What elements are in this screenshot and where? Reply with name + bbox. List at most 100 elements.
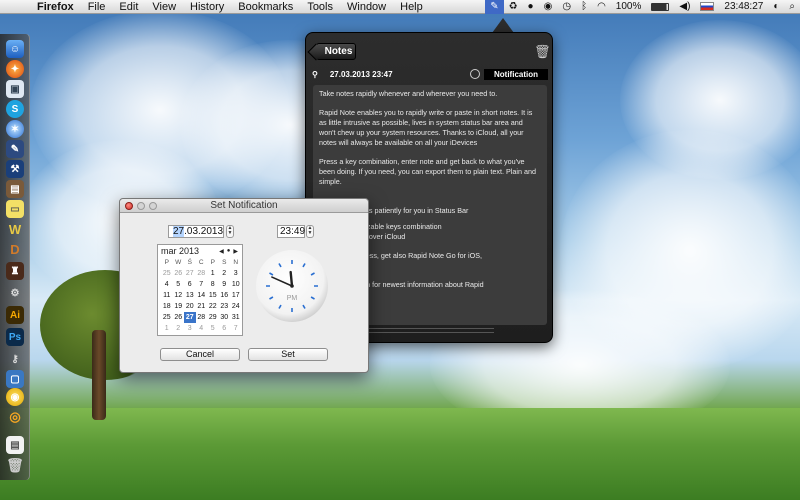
blender-icon[interactable]: ◎ xyxy=(6,408,24,426)
calendar-day[interactable]: 1 xyxy=(207,268,219,279)
clock-minute-hand[interactable] xyxy=(271,276,293,287)
dialog-titlebar[interactable]: Set Notification xyxy=(120,199,368,213)
adium-icon[interactable]: ◉ xyxy=(6,388,24,406)
volume-icon[interactable]: ◀) xyxy=(674,0,695,14)
calendar-day[interactable]: 19 xyxy=(173,301,185,312)
calendar-day[interactable]: 3 xyxy=(230,268,242,279)
spotlight-icon[interactable]: ⌕ xyxy=(784,0,800,14)
date-input[interactable]: 27.03.2013 xyxy=(168,225,224,238)
trash-icon[interactable]: 🗑 xyxy=(6,456,24,474)
calendar-day[interactable]: 22 xyxy=(207,301,219,312)
calendar-day[interactable]: 13 xyxy=(184,290,196,301)
steam-icon[interactable]: ⚙ xyxy=(6,284,24,302)
calendar-day[interactable]: 31 xyxy=(230,312,242,323)
calendar-day[interactable]: 21 xyxy=(196,301,208,312)
stickies-icon[interactable]: ▭ xyxy=(6,200,24,218)
calendar-day[interactable]: 5 xyxy=(173,279,185,290)
calendar-day[interactable]: 2 xyxy=(173,323,185,334)
calendar-day[interactable]: 18 xyxy=(161,301,173,312)
calendar-day[interactable]: 5 xyxy=(207,323,219,334)
calendar-day[interactable]: 16 xyxy=(219,290,231,301)
menu-edit[interactable]: Edit xyxy=(112,1,145,13)
calendar-day[interactable]: 6 xyxy=(219,323,231,334)
time-stepper[interactable]: ▲ ▼ xyxy=(306,225,314,238)
calendar-day[interactable]: 6 xyxy=(184,279,196,290)
sync-status-icon[interactable]: ♻ xyxy=(504,0,523,14)
calendar-day[interactable]: 15 xyxy=(207,290,219,301)
calendar-day[interactable]: 11 xyxy=(161,290,173,301)
tool-icon[interactable]: ⚷ xyxy=(6,350,24,368)
xcode-icon[interactable]: ⚒ xyxy=(6,160,24,178)
menu-bookmarks[interactable]: Bookmarks xyxy=(231,1,300,13)
safari-icon[interactable]: ✶ xyxy=(6,120,24,138)
notification-button[interactable]: Notification xyxy=(484,68,548,80)
calendar-day[interactable]: 27 xyxy=(184,312,196,323)
menu-window[interactable]: Window xyxy=(340,1,393,13)
resize-grip[interactable] xyxy=(366,328,494,333)
calendar-day[interactable]: 4 xyxy=(196,323,208,334)
calendar-day[interactable]: 26 xyxy=(173,312,185,323)
menu-help[interactable]: Help xyxy=(393,1,430,13)
notes-back-button[interactable]: Notes xyxy=(316,43,356,60)
menu-file[interactable]: File xyxy=(81,1,113,13)
calendar-day[interactable]: 20 xyxy=(184,301,196,312)
calendar-day[interactable]: 7 xyxy=(230,323,242,334)
battery-percent[interactable]: 100% xyxy=(611,0,647,14)
set-button[interactable]: Set xyxy=(248,348,328,361)
menu-view[interactable]: View xyxy=(145,1,183,13)
calendar-day[interactable]: 28 xyxy=(196,312,208,323)
date-rest-segment[interactable]: .03.2013 xyxy=(184,226,223,237)
analog-clock[interactable]: PM xyxy=(256,250,328,322)
calendar-day[interactable]: 28 xyxy=(196,268,208,279)
user-icon[interactable]: ◐ xyxy=(768,0,784,14)
zoom-button[interactable] xyxy=(149,202,157,210)
timemachine-status-icon[interactable]: ◷ xyxy=(557,0,576,14)
calendar-day[interactable]: 8 xyxy=(207,279,219,290)
calendar-day[interactable]: 24 xyxy=(230,301,242,312)
prev-month-icon[interactable]: ◀ xyxy=(219,248,224,255)
calendar-day[interactable]: 26 xyxy=(173,268,185,279)
calendar-day[interactable]: 9 xyxy=(219,279,231,290)
illustrator-icon[interactable]: Ai xyxy=(6,306,24,324)
finder-icon[interactable]: ☺ xyxy=(6,40,24,58)
calendar-day[interactable]: 23 xyxy=(219,301,231,312)
calendar-day[interactable]: 27 xyxy=(184,268,196,279)
calendar-day[interactable]: 29 xyxy=(207,312,219,323)
trash-icon[interactable]: 🗑 xyxy=(534,44,551,59)
next-month-icon[interactable]: ▶ xyxy=(233,248,238,255)
close-button[interactable] xyxy=(125,202,133,210)
menu-app-name[interactable]: Firefox xyxy=(30,1,81,13)
bluetooth-icon[interactable]: ᛒ xyxy=(576,0,592,14)
calendar-day[interactable]: 7 xyxy=(196,279,208,290)
calendar-day[interactable]: 30 xyxy=(219,312,231,323)
cancel-button[interactable]: Cancel xyxy=(160,348,240,361)
rapid-note-status-icon[interactable]: ✎ xyxy=(485,0,504,14)
calendar-day[interactable]: 25 xyxy=(161,312,173,323)
minimize-button[interactable] xyxy=(137,202,145,210)
evernote-status-icon[interactable]: ◉ xyxy=(539,0,558,14)
date-day-segment[interactable]: 27 xyxy=(173,226,185,237)
flag-icon[interactable] xyxy=(695,0,719,14)
wiki-icon[interactable]: W xyxy=(6,220,24,238)
game-icon[interactable]: ♜ xyxy=(6,262,24,280)
calendar-day[interactable]: 4 xyxy=(161,279,173,290)
calendar-day[interactable]: 14 xyxy=(196,290,208,301)
time-input[interactable]: 23:49 xyxy=(277,225,305,238)
preview-icon[interactable]: ▣ xyxy=(6,80,24,98)
skype-icon[interactable]: S xyxy=(6,100,24,118)
firefox-icon[interactable]: ✦ xyxy=(6,60,24,78)
clock-hour-hand[interactable] xyxy=(289,270,294,288)
calendar-day[interactable]: 12 xyxy=(173,290,185,301)
menu-tools[interactable]: Tools xyxy=(300,1,340,13)
calendar-day[interactable]: 25 xyxy=(161,268,173,279)
monitor-icon[interactable]: ▢ xyxy=(6,370,24,388)
photo-icon[interactable]: ▤ xyxy=(6,180,24,198)
calendar-day[interactable]: 3 xyxy=(184,323,196,334)
calendar-day[interactable]: 17 xyxy=(230,290,242,301)
notes-icon[interactable]: ✎ xyxy=(6,140,24,158)
clock-time[interactable]: 23:48:27 xyxy=(719,0,768,14)
calendar-day[interactable]: 1 xyxy=(161,323,173,334)
document-icon[interactable]: ▤ xyxy=(6,436,24,454)
calendar-day[interactable]: 10 xyxy=(230,279,242,290)
photoshop-icon[interactable]: Ps xyxy=(6,328,24,346)
